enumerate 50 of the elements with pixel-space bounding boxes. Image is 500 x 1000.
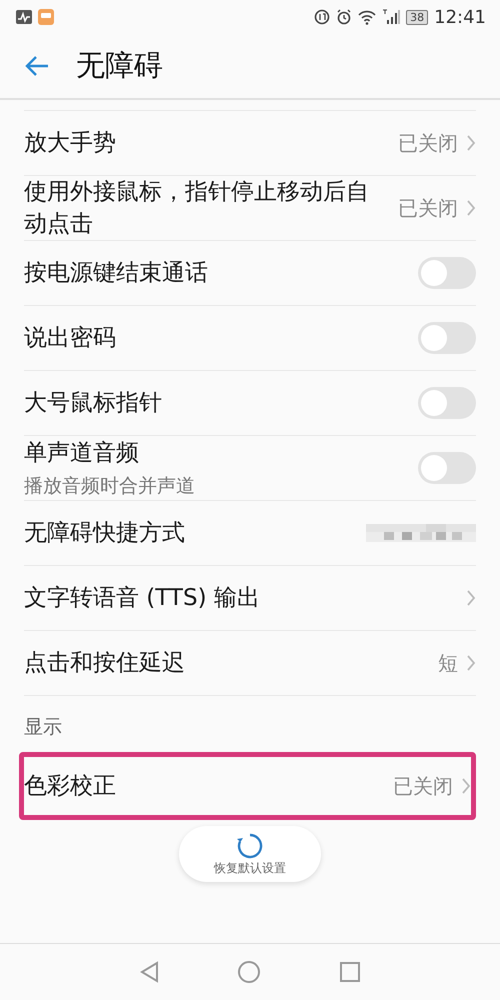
chevron-right-icon bbox=[461, 777, 471, 795]
data-saver-icon bbox=[314, 9, 330, 25]
alarm-icon bbox=[336, 9, 352, 25]
setting-title: 点击和按住延迟 bbox=[24, 649, 185, 678]
square-recents-icon bbox=[339, 961, 361, 983]
chevron-right-icon bbox=[466, 654, 476, 672]
setting-title: 使用外接鼠标，指针停止移动后自动点击 bbox=[24, 178, 370, 239]
setting-title: 文字转语音 (TTS) 输出 bbox=[24, 584, 260, 613]
setting-row[interactable]: 点击和按住延迟 短 bbox=[24, 631, 476, 696]
toggle-switch[interactable] bbox=[418, 387, 476, 419]
setting-value: 已关闭 bbox=[398, 194, 458, 222]
setting-title: 说出密码 bbox=[24, 324, 116, 353]
toggle-switch[interactable] bbox=[418, 257, 476, 289]
chevron-right-icon bbox=[466, 589, 476, 607]
setting-row[interactable]: 放大手势 已关闭 bbox=[24, 111, 476, 176]
back-arrow-icon bbox=[24, 55, 50, 77]
circle-home-icon bbox=[237, 960, 261, 984]
setting-row[interactable]: 按电源键结束通话 bbox=[24, 241, 476, 306]
setting-value: 已关闭 bbox=[393, 772, 453, 800]
triangle-back-icon bbox=[139, 961, 159, 983]
cellular-signal-icon bbox=[382, 9, 400, 25]
activity-icon bbox=[16, 10, 32, 24]
setting-description: 播放音频时合并声道 bbox=[24, 474, 195, 499]
setting-row[interactable]: 使用外接鼠标，指针停止移动后自动点击 已关闭 bbox=[24, 176, 476, 241]
setting-title: 色彩校正 bbox=[24, 772, 116, 801]
chevron-right-icon bbox=[466, 134, 476, 152]
section-header: 显示 bbox=[24, 715, 63, 740]
setting-row[interactable]: 单声道音频 播放音频时合并声道 bbox=[24, 436, 476, 501]
toggle-switch[interactable] bbox=[418, 322, 476, 354]
setting-row[interactable]: 大号鼠标指针 bbox=[24, 371, 476, 436]
setting-title: 放大手势 bbox=[24, 129, 116, 158]
setting-row[interactable]: 说出密码 bbox=[24, 306, 476, 371]
setting-row[interactable]: 无障碍快捷方式 bbox=[24, 501, 476, 566]
wifi-icon bbox=[358, 10, 376, 24]
battery-indicator: 38 bbox=[406, 10, 428, 24]
restore-icon bbox=[236, 832, 264, 860]
setting-value: 短 bbox=[438, 650, 458, 676]
status-time: 12:41 bbox=[434, 6, 486, 28]
toggle-switch[interactable] bbox=[418, 452, 476, 484]
screen-title: 无障碍 bbox=[76, 47, 163, 84]
chevron-right-icon bbox=[466, 199, 476, 217]
setting-title: 大号鼠标指针 bbox=[24, 389, 162, 418]
highlighted-setting-row[interactable]: 色彩校正 已关闭 bbox=[19, 752, 476, 820]
restore-defaults-button[interactable]: 恢复默认设置 bbox=[179, 826, 321, 882]
setting-title: 无障碍快捷方式 bbox=[24, 519, 185, 548]
setting-title: 单声道音频 bbox=[24, 439, 140, 468]
setting-value: 已关闭 bbox=[398, 130, 458, 156]
setting-title: 按电源键结束通话 bbox=[24, 259, 208, 288]
setting-row[interactable]: 文字转语音 (TTS) 输出 bbox=[24, 566, 476, 631]
app-notification-icon bbox=[38, 9, 54, 25]
